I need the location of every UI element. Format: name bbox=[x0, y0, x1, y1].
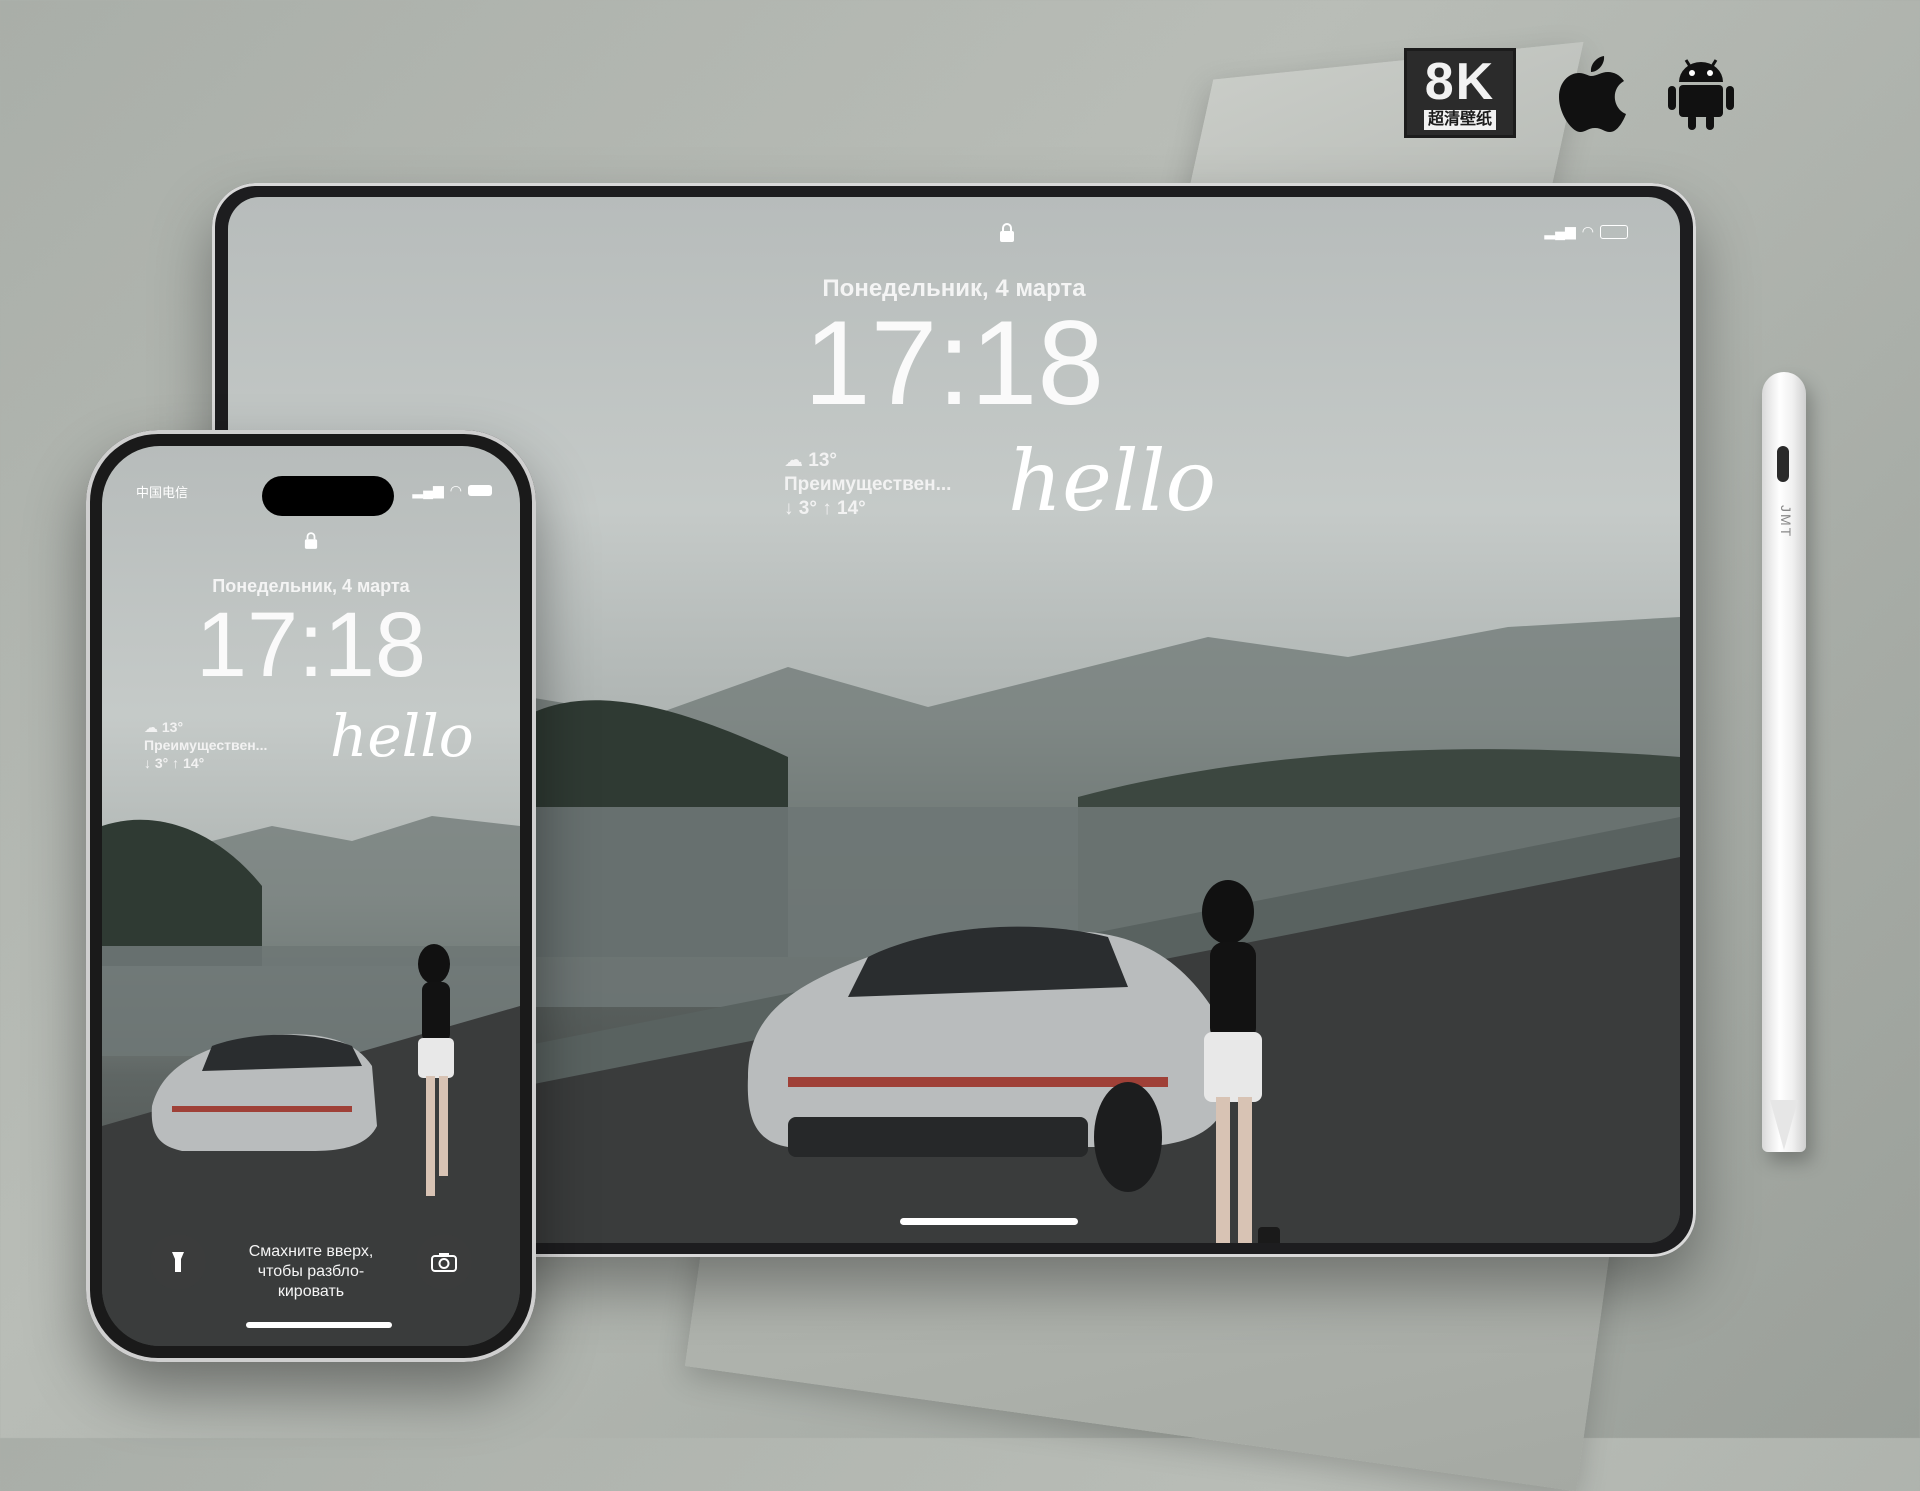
camera-icon bbox=[431, 1253, 457, 1272]
8k-badge-subtitle: 超清壁纸 bbox=[1423, 110, 1496, 130]
apple-icon bbox=[1559, 56, 1626, 132]
android-icon bbox=[1668, 59, 1734, 130]
swipe-unlock-hint: Смахните вверх, чтобы разбло- кировать bbox=[216, 1242, 406, 1302]
signal-icon: ▂▄▆ bbox=[412, 482, 444, 498]
weather-range: ↓ 3° ↑ 14° bbox=[784, 498, 866, 519]
cloud-icon: ☁ bbox=[144, 719, 158, 735]
phone-status-bar: ▂▄▆ ◠ bbox=[412, 482, 492, 499]
tablet-time: 17:18 bbox=[803, 296, 1105, 430]
phone-weather-widget[interactable]: ☁ 13° Преимуществен... ↓ 3° ↑ 14° bbox=[144, 718, 267, 772]
weather-description: Преимуществен... bbox=[144, 737, 268, 753]
swipe-hint-line: чтобы разбло- bbox=[257, 1263, 365, 1280]
signal-icon: ▂▄▆ bbox=[1544, 223, 1576, 239]
lock-icon bbox=[999, 223, 1015, 249]
cloud-icon: ☁ bbox=[784, 450, 803, 471]
8k-badge: 8K 超清壁纸 bbox=[1404, 48, 1516, 138]
battery-icon bbox=[1600, 224, 1628, 239]
phone-time: 17:18 bbox=[195, 594, 427, 696]
pencil-brand-label: JMT bbox=[1778, 505, 1794, 539]
home-indicator[interactable] bbox=[246, 1322, 392, 1328]
wifi-icon: ◠ bbox=[449, 482, 462, 498]
tablet-weather-widget[interactable]: ☁ 13° Преимуществен... ↓ 3° ↑ 14° bbox=[784, 449, 951, 521]
wifi-icon: ◠ bbox=[1581, 223, 1594, 239]
8k-badge-label: 8K bbox=[1424, 53, 1496, 111]
carrier-label: 中国电信 bbox=[136, 485, 189, 500]
weather-description: Преимуществен... bbox=[784, 474, 952, 495]
flashlight-button[interactable] bbox=[150, 1234, 206, 1290]
pencil-tip bbox=[1770, 1100, 1798, 1150]
hello-widget[interactable]: hello bbox=[1008, 433, 1216, 529]
swipe-hint-line: Смахните вверх, bbox=[248, 1243, 374, 1260]
home-indicator[interactable] bbox=[900, 1218, 1078, 1225]
lock-icon bbox=[304, 532, 318, 555]
phone-lock-screen: 中国电信 ▂▄▆ ◠ Понедельник, 4 марта 17:18 ☁ … bbox=[102, 446, 520, 1346]
weather-temp: 13° bbox=[808, 450, 838, 471]
battery-icon bbox=[468, 485, 492, 496]
swipe-hint-line: кировать bbox=[277, 1283, 345, 1300]
pencil-charging-port bbox=[1777, 446, 1789, 482]
flashlight-icon bbox=[172, 1252, 184, 1272]
stylus-pencil bbox=[1762, 372, 1806, 1152]
camera-button[interactable] bbox=[416, 1234, 472, 1290]
hello-widget[interactable]: hello bbox=[330, 702, 474, 770]
weather-range: ↓ 3° ↑ 14° bbox=[144, 755, 205, 771]
dynamic-island bbox=[262, 476, 394, 516]
tablet-status-bar: ▂▄▆ ◠ bbox=[1544, 223, 1628, 240]
weather-temp: 13° bbox=[161, 719, 184, 735]
platform-badges: 8K 超清壁纸 bbox=[1404, 48, 1736, 138]
phone-device: 中国电信 ▂▄▆ ◠ Понедельник, 4 марта 17:18 ☁ … bbox=[86, 430, 536, 1362]
